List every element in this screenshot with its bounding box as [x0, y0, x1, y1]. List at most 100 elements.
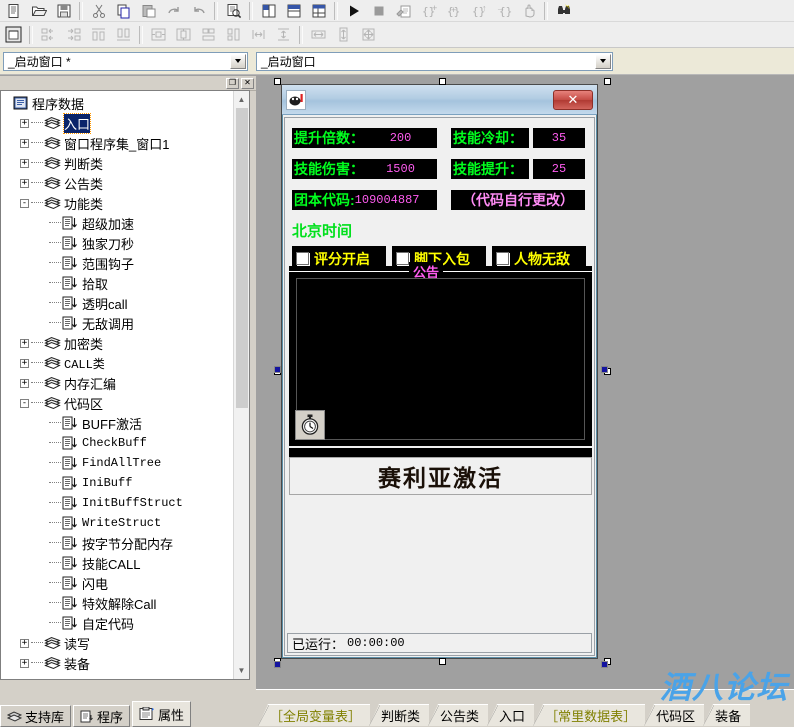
- tree-node[interactable]: + CALL类: [2, 353, 233, 373]
- form-handle-top-left[interactable]: [274, 78, 281, 85]
- checkbox-foot-pickup-box[interactable]: [396, 252, 409, 265]
- bottom-tabs[interactable]: ［全局变量表］ 判断类 公告类 入口 ［常里数据表］ 代码区 装备: [258, 702, 751, 726]
- form-frame-icon[interactable]: [1, 24, 26, 45]
- stat-skill-boost[interactable]: 技能提升：: [451, 159, 529, 179]
- step-out-icon[interactable]: {} ↑: [466, 0, 491, 21]
- tree-expander[interactable]: -: [20, 198, 29, 208]
- stat-boost-multiplier[interactable]: 提升倍数： 200: [292, 128, 437, 148]
- tab-program[interactable]: 程序: [73, 705, 131, 727]
- pause-hand-icon[interactable]: [516, 0, 541, 21]
- notice-text-area[interactable]: [296, 278, 585, 440]
- tree-node[interactable]: + 内存汇编: [2, 373, 233, 393]
- size-width-icon[interactable]: [306, 24, 331, 45]
- form-handle-bottom-center[interactable]: [439, 658, 446, 665]
- tree-node[interactable]: CheckBuff: [2, 433, 233, 453]
- tree-node[interactable]: 超级加速: [2, 213, 233, 233]
- scroll-thumb[interactable]: [235, 108, 248, 408]
- tree-expander[interactable]: -: [20, 398, 29, 408]
- designed-app-window[interactable]: ✕ 提升倍数： 200 技能冷却： 35 技能伤害： 1500 技能提升： 25…: [281, 84, 598, 659]
- tree-expander[interactable]: +: [20, 378, 29, 388]
- same-width-icon[interactable]: [196, 24, 221, 45]
- undo-icon[interactable]: [186, 0, 211, 21]
- align-left-icon[interactable]: [36, 24, 61, 45]
- tree-node[interactable]: 程序数据: [2, 93, 233, 113]
- stopwatch-icon[interactable]: [295, 410, 325, 440]
- tree-node[interactable]: 技能CALL: [2, 553, 233, 573]
- form-handle-top-right[interactable]: [604, 78, 611, 85]
- debug-icon[interactable]: [391, 0, 416, 21]
- paste-icon[interactable]: [136, 0, 161, 21]
- tab-judgement-class[interactable]: 判断类: [369, 704, 430, 726]
- align-right-icon[interactable]: [61, 24, 86, 45]
- size-height-icon[interactable]: [331, 24, 356, 45]
- app-title-bar[interactable]: ✕: [282, 85, 597, 115]
- center-horizontal-icon[interactable]: [146, 24, 171, 45]
- tree-expander[interactable]: +: [20, 358, 29, 368]
- close-icon[interactable]: ✕: [553, 89, 593, 110]
- size-both-icon[interactable]: [356, 24, 381, 45]
- tree-expander[interactable]: +: [20, 338, 29, 348]
- tree-node[interactable]: 透明call: [2, 293, 233, 313]
- new-file-icon[interactable]: [1, 0, 26, 21]
- tree-node[interactable]: + 读写: [2, 633, 233, 653]
- program-tree[interactable]: 程序数据 + 入口 + 窗口程序集_窗口1 + 判断类 + 公告类 - 功能类 超级加速 独家刀秒 范围钩…: [1, 91, 233, 679]
- tree-node[interactable]: WriteStruct: [2, 513, 233, 533]
- tree-node[interactable]: + 公告类: [2, 173, 233, 193]
- cut-icon[interactable]: [86, 0, 111, 21]
- tree-node[interactable]: - 功能类: [2, 193, 233, 213]
- tree-node[interactable]: IniBuff: [2, 473, 233, 493]
- tab-support-library[interactable]: 支持库: [0, 705, 72, 727]
- tab-notice-class[interactable]: 公告类: [428, 704, 489, 726]
- tree-expander[interactable]: +: [20, 638, 29, 648]
- panel-close-button[interactable]: ✕: [241, 77, 254, 89]
- open-folder-icon[interactable]: [26, 0, 51, 21]
- tree-vertical-scrollbar[interactable]: ▲ ▼: [233, 91, 249, 679]
- tree-node[interactable]: BUFF激活: [2, 413, 233, 433]
- tree-node[interactable]: - 代码区: [2, 393, 233, 413]
- stat-raid-code[interactable]: 团本代码: 109004887: [292, 190, 437, 210]
- stat-skill-cooldown-value-box[interactable]: 35: [533, 128, 585, 148]
- layout-icon[interactable]: [306, 0, 331, 21]
- form-handle-top-center[interactable]: [439, 78, 446, 85]
- tree-node[interactable]: 范围钩子: [2, 253, 233, 273]
- tab-global-variable-table[interactable]: ［全局变量表］: [258, 704, 371, 726]
- activation-banner[interactable]: 赛利亚激活: [289, 457, 592, 495]
- stat-skill-damage[interactable]: 技能伤害： 1500: [292, 159, 437, 179]
- stop-icon[interactable]: [366, 0, 391, 21]
- tree-node[interactable]: 自定代码: [2, 613, 233, 633]
- search-binoculars-icon[interactable]: [551, 0, 576, 21]
- step-over-icon[interactable]: {} +: [416, 0, 441, 21]
- scroll-track[interactable]: [233, 108, 249, 662]
- tree-node[interactable]: InitBuffStruct: [2, 493, 233, 513]
- chevron-down-icon[interactable]: [595, 53, 611, 69]
- tab-code-area[interactable]: 代码区: [644, 704, 705, 726]
- tree-node[interactable]: 闪电: [2, 573, 233, 593]
- scroll-down-arrow-icon[interactable]: ▼: [233, 662, 249, 679]
- space-horizontal-icon[interactable]: [246, 24, 271, 45]
- tree-node[interactable]: + 加密类: [2, 333, 233, 353]
- tree-node[interactable]: 特效解除Call: [2, 593, 233, 613]
- run-to-icon[interactable]: {} →: [491, 0, 516, 21]
- chevron-down-icon[interactable]: [230, 53, 246, 69]
- redo-icon[interactable]: [161, 0, 186, 21]
- tab-entry[interactable]: 入口: [487, 704, 535, 726]
- checkbox-score-enable-box[interactable]: [296, 252, 309, 265]
- control-handle-top-left[interactable]: [274, 366, 281, 373]
- space-vertical-icon[interactable]: [271, 24, 296, 45]
- window-selector-left[interactable]: _启动窗口 *: [3, 51, 248, 71]
- align-top-icon[interactable]: [86, 24, 111, 45]
- tree-expander[interactable]: +: [20, 658, 29, 668]
- control-handle-bottom-left[interactable]: [274, 661, 281, 668]
- tree-node[interactable]: + 判断类: [2, 153, 233, 173]
- copy-icon[interactable]: [111, 0, 136, 21]
- split-vertical-icon[interactable]: [256, 0, 281, 21]
- step-into-icon[interactable]: {} +: [441, 0, 466, 21]
- tree-node[interactable]: 无敌调用: [2, 313, 233, 333]
- stat-skill-boost-value-box[interactable]: 25: [533, 159, 585, 179]
- notice-group-box[interactable]: 公告: [289, 261, 592, 446]
- center-vertical-icon[interactable]: [171, 24, 196, 45]
- tree-node[interactable]: + 窗口程序集_窗口1: [2, 133, 233, 153]
- window-selector-right[interactable]: _启动窗口: [256, 51, 613, 71]
- same-height-icon[interactable]: [221, 24, 246, 45]
- find-icon[interactable]: [221, 0, 246, 21]
